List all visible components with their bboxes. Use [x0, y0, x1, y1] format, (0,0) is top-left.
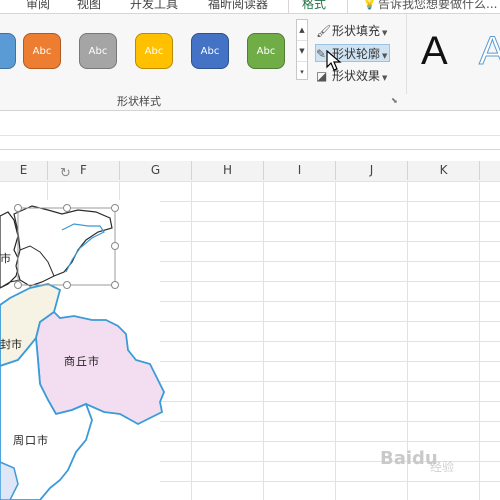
shape-style-blue-partial[interactable] — [0, 33, 16, 69]
map-label-shangqiu: 商丘市 — [64, 355, 100, 368]
style-gallery-scroll[interactable]: ▲ ▼ ▾ — [296, 19, 308, 80]
map-label-city-partial: 市 — [0, 252, 11, 265]
gallery-more-icon[interactable]: ▾ — [297, 62, 307, 82]
resize-handle-se[interactable] — [111, 281, 119, 289]
lightbulb-icon: 💡 — [362, 0, 377, 10]
grid-line — [335, 181, 336, 500]
resize-handle-n[interactable] — [63, 204, 71, 212]
wordart-style-black[interactable]: A — [421, 29, 448, 74]
chevron-down-icon: ▼ — [382, 29, 388, 37]
formula-bar-area — [0, 111, 500, 150]
shape-style-blue[interactable]: Abc — [191, 33, 229, 69]
wordart-style-outline[interactable]: A — [479, 29, 500, 74]
tab-view[interactable]: 视图 — [77, 0, 101, 12]
shape-style-orange[interactable]: Abc — [23, 33, 61, 69]
paint-bucket-icon: 🖌 — [316, 24, 332, 38]
shape-fill-button[interactable]: 🖌形状填充 ▼ — [316, 22, 387, 40]
column-header-i[interactable]: I — [264, 161, 336, 180]
watermark-sub: 经验 — [430, 460, 455, 474]
column-header-j[interactable]: J — [336, 161, 408, 180]
resize-handle-nw[interactable] — [14, 204, 22, 212]
tab-format[interactable]: 格式 — [302, 0, 326, 12]
tab-developer[interactable]: 开发工具 — [130, 0, 178, 12]
henan-map — [0, 200, 165, 500]
wordart-gallery: A A — [406, 14, 500, 94]
tell-me-text: 告诉我您想要做什么... — [378, 0, 498, 11]
grid-line — [479, 181, 480, 500]
dialog-launcher-icon[interactable]: ⬊ — [391, 96, 398, 105]
ribbon-tabs: 审阅 视图 开发工具 福昕阅读器 格式 💡 告诉我您想要做什么... — [0, 0, 500, 14]
chevron-down-icon: ▼ — [382, 52, 388, 60]
resize-handle-sw[interactable] — [14, 281, 22, 289]
map-label-zhoukou: 周口市 — [13, 434, 49, 447]
chevron-down-icon: ▼ — [382, 74, 388, 82]
scroll-down-icon[interactable]: ▼ — [297, 41, 307, 62]
scroll-up-icon[interactable]: ▲ — [297, 20, 307, 41]
column-header-h[interactable]: H — [192, 161, 264, 180]
shape-style-gold[interactable]: Abc — [135, 33, 173, 69]
column-header-k[interactable]: K — [408, 161, 480, 180]
mouse-pointer-icon — [326, 50, 342, 71]
shape-style-green[interactable]: Abc — [247, 33, 285, 69]
formula-bar[interactable] — [0, 121, 500, 136]
resize-handle-e[interactable] — [111, 242, 119, 250]
resize-handle-s[interactable] — [63, 281, 71, 289]
grid-line — [263, 181, 264, 500]
tab-foxit-reader[interactable]: 福昕阅读器 — [208, 0, 268, 12]
shape-styles-group-label: 形状样式 — [117, 95, 161, 108]
resize-handle-ne[interactable] — [111, 204, 119, 212]
map-label-kaifeng: 封市 — [0, 338, 22, 351]
tell-me-search[interactable]: 💡 告诉我您想要做什么... — [356, 0, 500, 13]
rotate-handle-icon[interactable]: ↻ — [60, 166, 71, 181]
tab-review[interactable]: 审阅 — [26, 0, 50, 12]
shape-style-gray[interactable]: Abc — [79, 33, 117, 69]
